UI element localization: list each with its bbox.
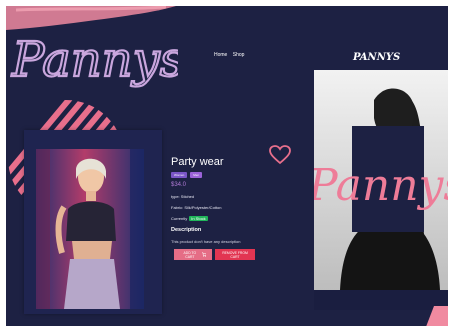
description-text: This product don't have any description xyxy=(171,239,241,244)
remove-from-cart-label: REMOVE FROM CART xyxy=(222,250,248,259)
product-price: $34.0 xyxy=(171,182,187,188)
nav-shop-link[interactable]: Shop xyxy=(233,52,245,58)
cart-icon xyxy=(201,252,206,257)
main-nav: Home Shop xyxy=(214,52,248,58)
product-type: type: Stiched xyxy=(171,194,195,199)
brand-logo-large: Pannys xyxy=(10,31,178,89)
brand-logo-small-text: PANNYS xyxy=(352,52,400,63)
model-photo-banner: Pannys xyxy=(314,70,448,290)
currently-label: Currently xyxy=(171,216,188,221)
corner-brush-decoration xyxy=(426,306,448,326)
product-photo xyxy=(36,149,144,309)
remove-from-cart-button[interactable]: REMOVE FROM CART xyxy=(215,249,255,260)
add-to-cart-label: ADD TO CART xyxy=(183,250,197,259)
product-title: Party wear xyxy=(171,156,224,168)
category-badges: Women Men xyxy=(171,172,203,178)
product-fabric: Fabric: Silk/Polyester/Cotton xyxy=(171,205,222,210)
badge-women: Women xyxy=(171,172,188,178)
add-to-cart-button[interactable]: ADD TO CART xyxy=(174,249,212,260)
stock-status-badge: In Stock xyxy=(189,216,208,221)
app-frame: Pannys Home Shop PANNYS Party wear Women… xyxy=(6,6,448,326)
nav-home-link[interactable]: Home xyxy=(214,52,227,58)
brand-logo-text: Pannys xyxy=(11,32,178,88)
description-heading: Description xyxy=(171,227,202,233)
stock-line: Currently In Stock xyxy=(171,216,208,221)
heart-icon[interactable] xyxy=(269,145,291,165)
badge-men: Men xyxy=(190,172,203,178)
brand-logo-small[interactable]: PANNYS xyxy=(351,48,411,64)
banner-overlay-text: Pannys xyxy=(314,160,448,211)
